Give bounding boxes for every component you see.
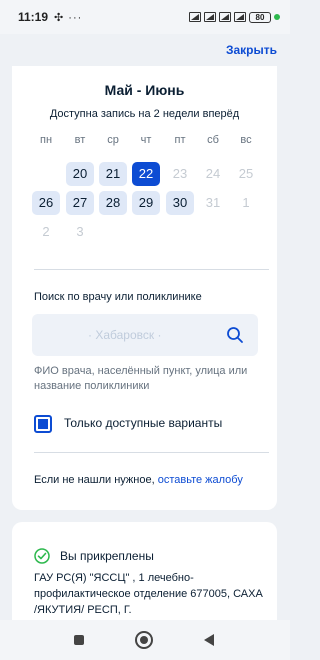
signal-icon-2: [234, 12, 246, 22]
complaint-link[interactable]: оставьте жалобу: [158, 474, 243, 486]
search-input[interactable]: · Хабаровск ·: [32, 314, 258, 356]
calendar-day: 31: [205, 195, 221, 210]
home-icon[interactable]: [135, 631, 153, 649]
calendar-day: 23: [172, 166, 188, 181]
calendar-day: 1: [242, 195, 250, 210]
mute-icon: [189, 12, 201, 22]
available-only-label[interactable]: Только доступные варианты: [64, 416, 222, 430]
calendar-day[interactable]: 30: [166, 191, 194, 215]
battery-icon: 80: [249, 11, 271, 23]
calendar-day[interactable]: 29: [132, 191, 160, 215]
calendar-day: 3: [76, 224, 84, 239]
divider: [34, 452, 269, 453]
checkbox-check-icon: [38, 419, 48, 429]
status-time: 11:19: [18, 10, 49, 24]
calendar-day[interactable]: 20: [66, 162, 94, 186]
calendar-card: Май - Июнь Доступна запись на 2 недели в…: [12, 66, 277, 510]
attached-organization: ГАУ РС(Я) "ЯССЦ" , 1 лечебно-профилактич…: [34, 572, 263, 616]
attached-title: Вы прикреплены: [60, 549, 154, 563]
signal-icon: [219, 12, 231, 22]
complaint-text: Если не нашли нужное, оставьте жалобу: [34, 474, 243, 486]
divider: [34, 269, 269, 270]
status-dot-icon: [274, 14, 280, 20]
available-only-checkbox[interactable]: [34, 415, 52, 433]
calendar-day[interactable]: 28: [99, 191, 127, 215]
check-circle-icon: [34, 548, 50, 564]
home-dot: [140, 636, 148, 644]
calendar-day[interactable]: 26: [32, 191, 60, 215]
weekday-label: вт: [74, 134, 86, 146]
close-button[interactable]: Закрыть: [226, 43, 277, 57]
status-right-icons: 80: [189, 11, 280, 23]
back-icon[interactable]: [204, 634, 214, 646]
weekday-label: пн: [39, 134, 53, 146]
calendar-day[interactable]: 27: [66, 191, 94, 215]
status-bar: 11:19 ✣ ··· 80: [0, 0, 290, 34]
weekday-label: ср: [107, 134, 119, 146]
calendar-title: Май - Июнь: [104, 82, 185, 98]
calendar-subtitle: Доступна запись на 2 недели вперёд: [49, 108, 240, 120]
calendar-day: 2: [42, 224, 50, 239]
weekday-label: вс: [240, 134, 252, 146]
status-notification-icons: ✣ ···: [54, 11, 83, 24]
calendar-day[interactable]: 21: [99, 162, 127, 186]
wifi-icon: [204, 12, 216, 22]
recent-apps-icon[interactable]: [74, 635, 84, 645]
complaint-prefix: Если не нашли нужное,: [34, 474, 158, 486]
search-icon[interactable]: [226, 326, 244, 344]
search-placeholder: · Хабаровск ·: [88, 328, 162, 342]
system-nav-bar: [0, 620, 290, 660]
top-bar: Закрыть: [0, 34, 290, 66]
calendar-day-selected[interactable]: 22: [132, 162, 160, 186]
search-label: Поиск по врачу или поликлинике: [34, 291, 202, 303]
weekday-label: чт: [140, 134, 152, 146]
search-hint: ФИО врача, населённый пункт, улица или н…: [34, 365, 248, 392]
weekday-label: сб: [207, 134, 219, 146]
weekday-label: пт: [174, 134, 186, 146]
calendar-day: 24: [205, 166, 221, 181]
calendar-day: 25: [238, 166, 254, 181]
